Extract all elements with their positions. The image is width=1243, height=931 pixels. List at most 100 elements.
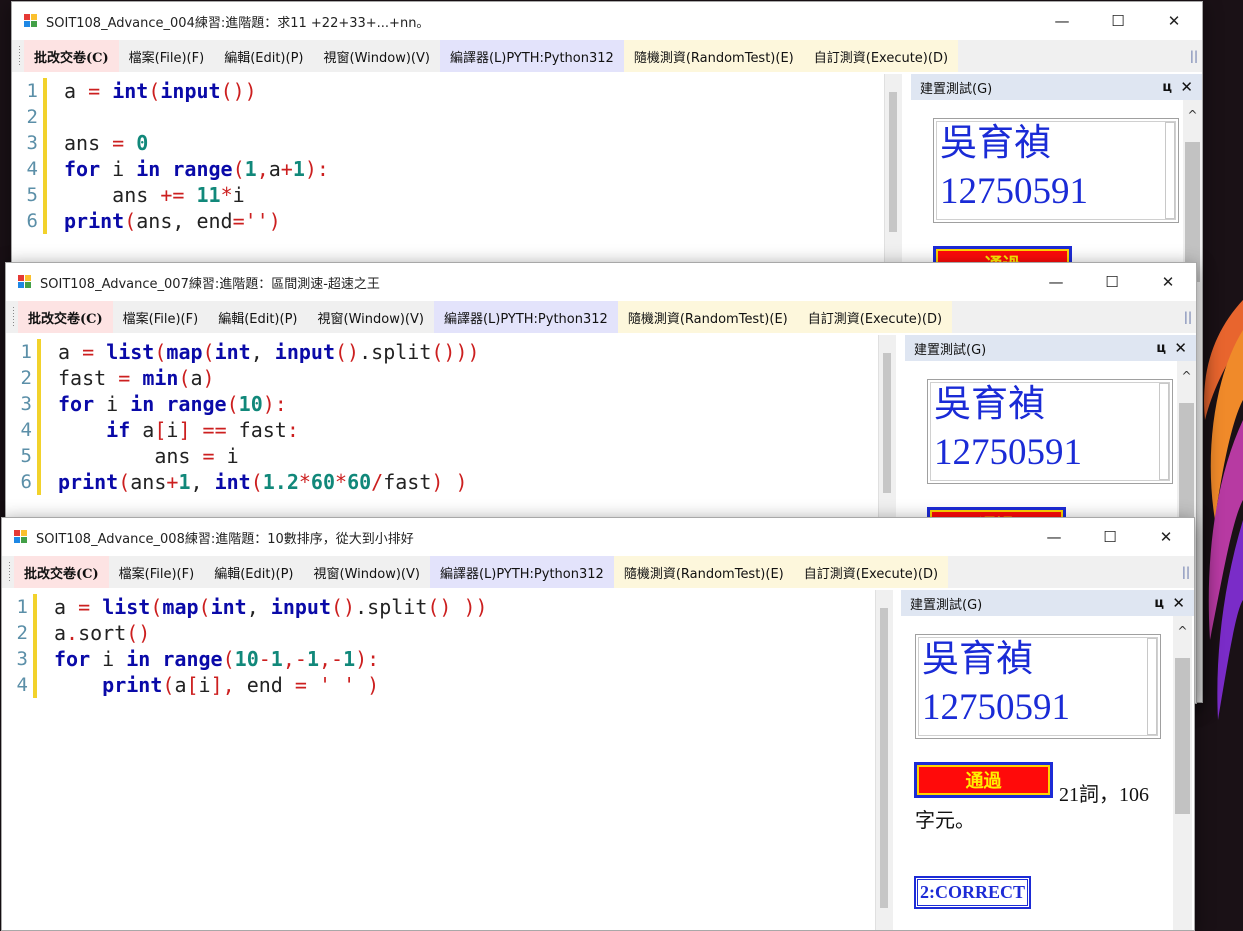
code-line[interactable]: 4 for i in range(1,a+1): <box>12 156 903 182</box>
code-line[interactable]: 1 a = list(map(int, input().split())) <box>6 339 897 365</box>
scroll-up-icon[interactable]: ^ <box>1183 108 1202 122</box>
panel-close-icon[interactable]: ✕ <box>1180 78 1193 96</box>
close-button[interactable]: ✕ <box>1138 518 1194 556</box>
menu-grade-submit[interactable]: 批改交卷(C) <box>14 556 109 588</box>
menu-edit[interactable]: 編輯(Edit)(P) <box>204 556 303 588</box>
code-line[interactable]: 3 ans = 0 <box>12 130 903 156</box>
info-scrollbar[interactable] <box>1159 383 1169 480</box>
title-bar[interactable]: SOIT108_Advance_008練習:進階題：10數排序，從大到小排好 —… <box>2 518 1194 556</box>
menu-file[interactable]: 檔案(File)(F) <box>109 556 205 588</box>
minimize-button[interactable]: — <box>1028 263 1084 301</box>
code-line[interactable]: 3 for i in range(10-1,-1,-1): <box>2 646 895 672</box>
pin-icon[interactable]: ц <box>1154 596 1164 611</box>
panel-scroll-thumb[interactable] <box>1175 658 1190 814</box>
app-icon <box>24 14 38 28</box>
student-id: 12750591 <box>922 687 1070 728</box>
scroll-up-icon[interactable]: ^ <box>1173 624 1192 638</box>
menu-random-test[interactable]: 隨機測資(RandomTest)(E) <box>613 556 794 588</box>
line-number: 5 <box>20 445 32 467</box>
minimize-button[interactable]: — <box>1026 518 1082 556</box>
close-button[interactable]: ✕ <box>1140 263 1196 301</box>
code-text[interactable]: a.sort() <box>54 620 150 646</box>
scrollbar-thumb[interactable] <box>880 608 888 908</box>
code-line[interactable]: 5 ans += 11*i <box>12 182 903 208</box>
menu-window[interactable]: 視窗(Window)(V) <box>308 301 434 333</box>
code-text[interactable]: if a[i] == fast: <box>58 417 299 443</box>
code-text[interactable]: a = list(map(int, input().split() )) <box>54 594 488 620</box>
code-line[interactable]: 1 a = int(input()) <box>12 78 903 104</box>
menu-overflow-icon[interactable]: || <box>1184 310 1192 324</box>
code-text[interactable]: ans += 11*i <box>64 182 245 208</box>
line-number: 4 <box>16 674 28 696</box>
panel-close-icon[interactable]: ✕ <box>1174 339 1187 357</box>
menu-edit[interactable]: 編輯(Edit)(P) <box>208 301 307 333</box>
line-number: 1 <box>20 341 32 363</box>
title-bar[interactable]: SOIT108_Advance_004練習:進階題：求11 +22+33+...… <box>12 2 1202 40</box>
code-text[interactable]: print(a[i], end = ' ' ) <box>54 672 379 698</box>
code-text[interactable]: ans = 0 <box>64 130 148 156</box>
editor-scrollbar[interactable] <box>875 590 893 930</box>
code-editor[interactable]: 1 a = list(map(int, input().split() )) 2 a.… <box>2 590 895 930</box>
scrollbar-thumb[interactable] <box>883 353 891 493</box>
info-scrollbar[interactable] <box>1147 638 1157 735</box>
code-line[interactable]: 1 a = list(map(int, input().split() )) <box>2 594 895 620</box>
code-line[interactable]: 6 print(ans, end='') <box>12 208 903 234</box>
code-line[interactable]: 6 print(ans+1, int(1.2*60*60/fast) ) <box>6 469 897 495</box>
menu-custom-test[interactable]: 自訂測資(Execute)(D) <box>803 40 959 72</box>
scroll-up-icon[interactable]: ^ <box>1177 369 1196 383</box>
code-line[interactable]: 4 if a[i] == fast: <box>6 417 897 443</box>
code-text[interactable]: ans = i <box>58 443 238 469</box>
code-line[interactable]: 3 for i in range(10): <box>6 391 897 417</box>
maximize-button[interactable]: ☐ <box>1084 263 1140 301</box>
minimize-button[interactable]: — <box>1034 2 1090 40</box>
code-text[interactable]: a = list(map(int, input().split())) <box>58 339 480 365</box>
student-id: 12750591 <box>934 432 1082 473</box>
window-title: SOIT108_Advance_008練習:進階題：10數排序，從大到小排好 <box>36 531 414 547</box>
code-text[interactable]: for i in range(10): <box>58 391 287 417</box>
menu-custom-test[interactable]: 自訂測資(Execute)(D) <box>797 301 953 333</box>
menu-custom-test[interactable]: 自訂測資(Execute)(D) <box>793 556 949 588</box>
code-line[interactable]: 5 ans = i <box>6 443 897 469</box>
info-scrollbar[interactable] <box>1165 122 1175 219</box>
maximize-button[interactable]: ☐ <box>1090 2 1146 40</box>
scrollbar-thumb[interactable] <box>889 92 897 232</box>
panel-scroll-thumb[interactable] <box>1185 142 1200 282</box>
menu-window[interactable]: 視窗(Window)(V) <box>304 556 430 588</box>
code-line[interactable]: 4 print(a[i], end = ' ' ) <box>2 672 895 698</box>
pin-icon[interactable]: ц <box>1162 80 1172 95</box>
menu-compiler[interactable]: 編譯器(L)PYTH:Python312 <box>439 40 624 72</box>
maximize-button[interactable]: ☐ <box>1082 518 1138 556</box>
code-text[interactable]: print(ans+1, int(1.2*60*60/fast) ) <box>58 469 468 495</box>
code-text[interactable]: print(ans, end='') <box>64 208 281 234</box>
code-line[interactable]: 2 <box>12 104 903 130</box>
code-text[interactable]: a = int(input()) <box>64 78 257 104</box>
panel-close-icon[interactable]: ✕ <box>1172 594 1185 612</box>
panel-scrollbar[interactable]: ^ <box>1173 616 1192 930</box>
menu-grade-submit[interactable]: 批改交卷(C) <box>18 301 113 333</box>
toolbar-grip-icon[interactable] <box>10 307 16 327</box>
panel-title: 建置測試(G) <box>910 597 983 613</box>
code-line[interactable]: 2 fast = min(a) <box>6 365 897 391</box>
line-number: 3 <box>16 648 28 670</box>
menu-random-test[interactable]: 隨機測資(RandomTest)(E) <box>623 40 804 72</box>
menu-overflow-icon[interactable]: || <box>1190 49 1198 63</box>
menu-compiler[interactable]: 編譯器(L)PYTH:Python312 <box>433 301 618 333</box>
menu-random-test[interactable]: 隨機測資(RandomTest)(E) <box>617 301 798 333</box>
code-line[interactable]: 2 a.sort() <box>2 620 895 646</box>
toolbar-grip-icon[interactable] <box>16 46 22 66</box>
menu-bar: 批改交卷(C) 檔案(File)(F) 編輯(Edit)(P) 視窗(Windo… <box>2 556 1194 588</box>
menu-edit[interactable]: 編輯(Edit)(P) <box>214 40 313 72</box>
menu-file[interactable]: 檔案(File)(F) <box>113 301 209 333</box>
menu-overflow-icon[interactable]: || <box>1182 565 1190 579</box>
menu-compiler[interactable]: 編譯器(L)PYTH:Python312 <box>429 556 614 588</box>
code-text[interactable]: for i in range(10-1,-1,-1): <box>54 646 379 672</box>
menu-grade-submit[interactable]: 批改交卷(C) <box>24 40 119 72</box>
menu-file[interactable]: 檔案(File)(F) <box>119 40 215 72</box>
code-text[interactable]: for i in range(1,a+1): <box>64 156 329 182</box>
toolbar-grip-icon[interactable] <box>6 562 12 582</box>
title-bar[interactable]: SOIT108_Advance_007練習:進階題：區間測速-超速之王 — ☐ … <box>6 263 1196 301</box>
menu-window[interactable]: 視窗(Window)(V) <box>314 40 440 72</box>
code-text[interactable]: fast = min(a) <box>58 365 215 391</box>
close-button[interactable]: ✕ <box>1146 2 1202 40</box>
pin-icon[interactable]: ц <box>1156 341 1166 356</box>
